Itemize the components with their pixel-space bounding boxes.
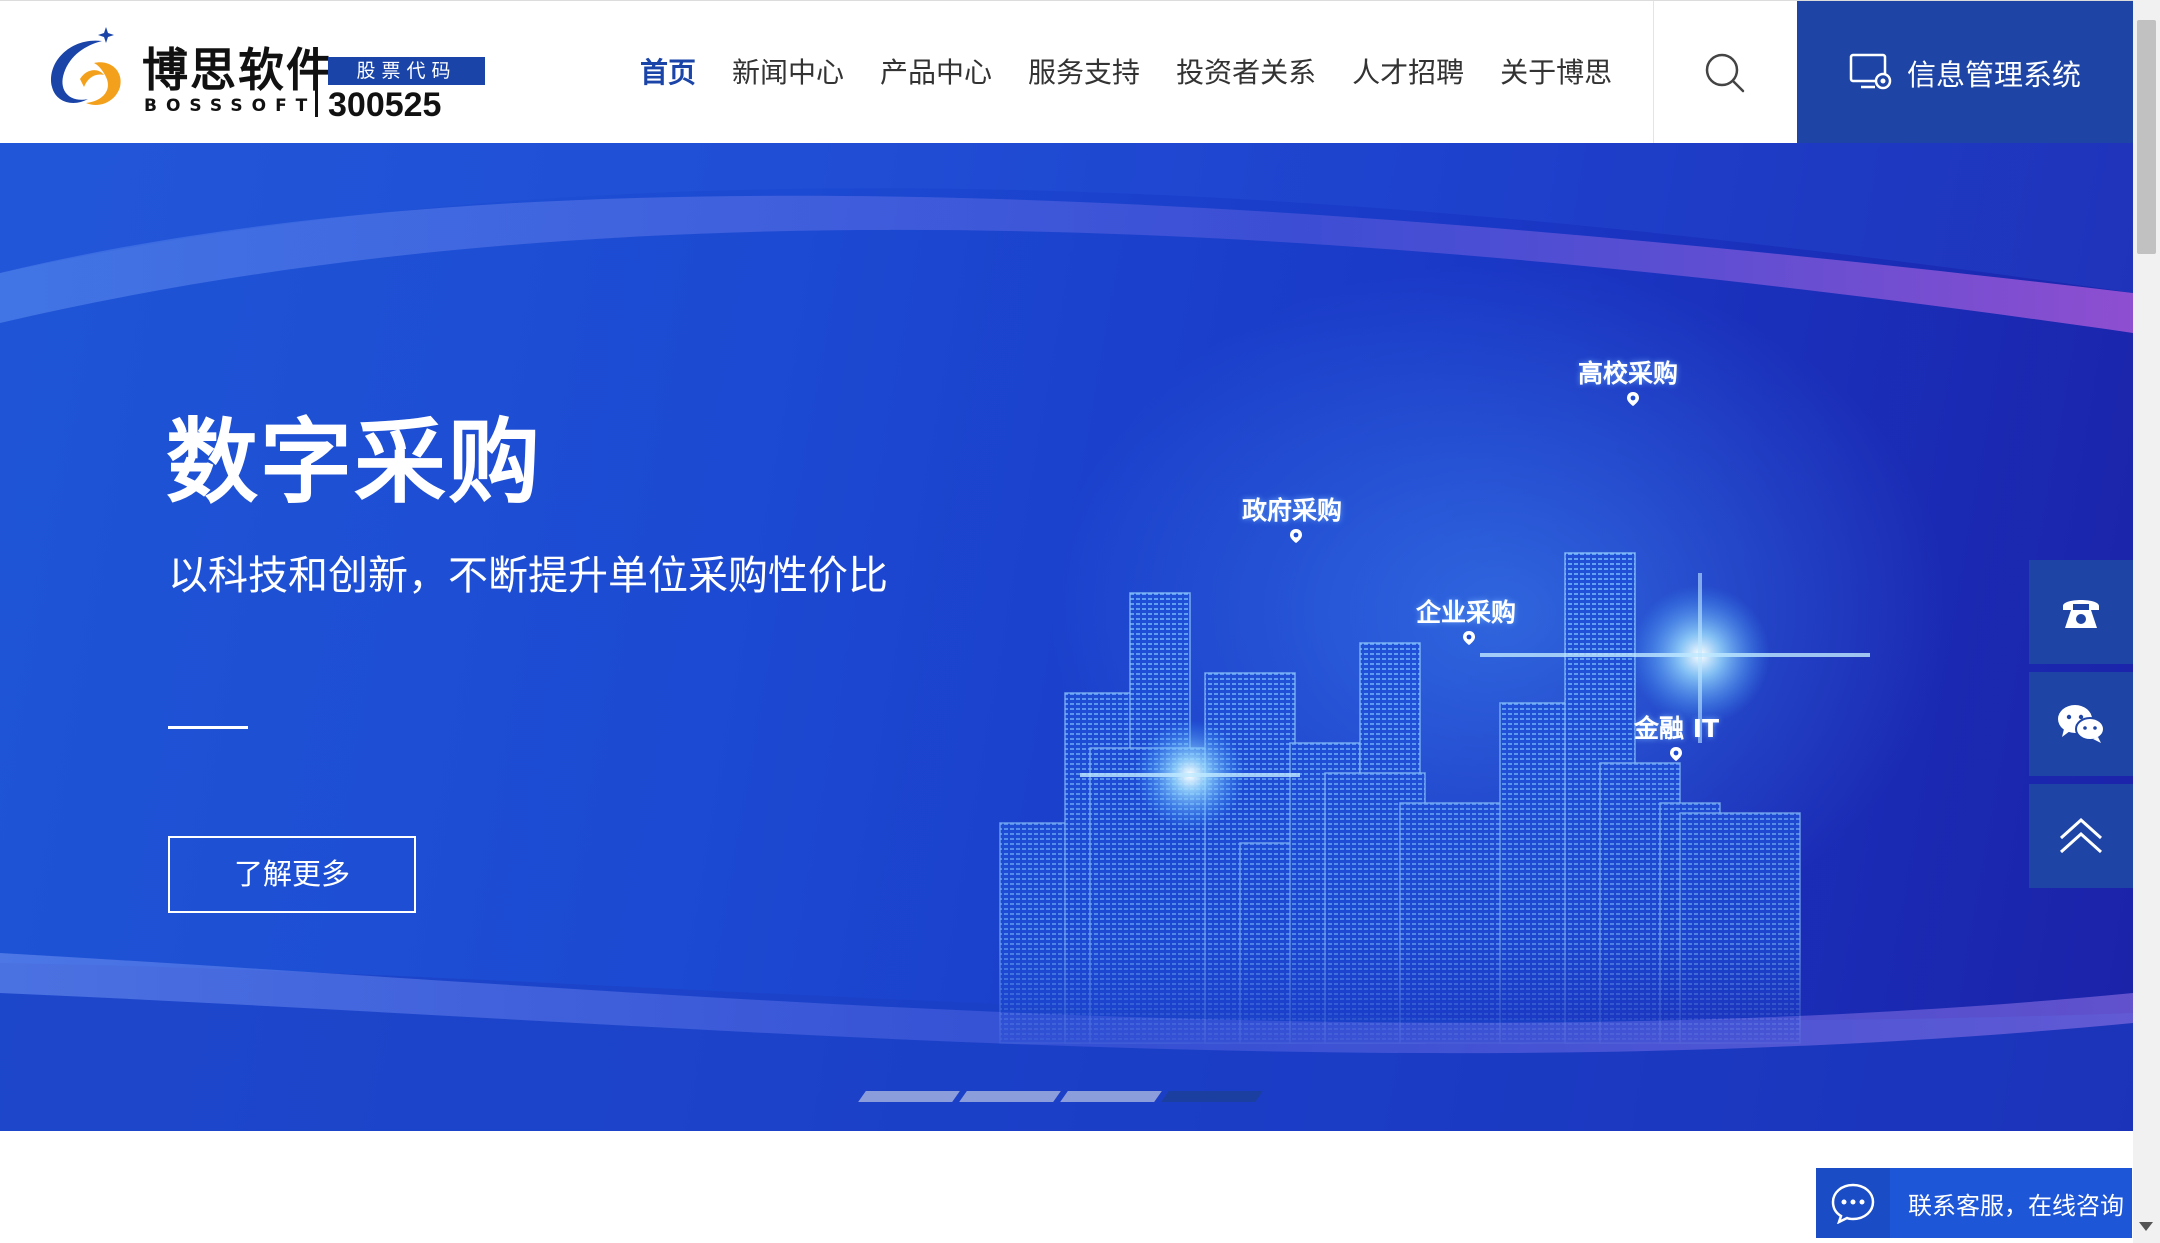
slide-dot[interactable] xyxy=(858,1091,960,1102)
learn-more-button[interactable]: 了解更多 xyxy=(168,836,416,913)
search-button[interactable] xyxy=(1653,1,1796,144)
location-pin-icon xyxy=(1670,747,1682,761)
nav-item-support[interactable]: 服务支持 xyxy=(1028,1,1140,144)
monitor-gear-icon xyxy=(1849,53,1892,89)
stock-code: 300525 xyxy=(328,86,442,124)
info-system-label: 信息管理系统 xyxy=(1906,57,2081,92)
search-icon xyxy=(1705,53,1745,92)
nav-item-about[interactable]: 关于博思 xyxy=(1500,1,1612,144)
info-system-button[interactable]: 信息管理系统 xyxy=(1797,1,2133,144)
city-label-government: 政府采购 xyxy=(1242,496,1343,525)
site-header: 博思软件 BOSSSOFT 股票代码 300525 首页 新闻中心 产品中心 服… xyxy=(0,0,2133,144)
city-label-university: 高校采购 xyxy=(1578,359,1679,388)
city-illustration xyxy=(999,552,1870,1044)
main-nav: 首页 新闻中心 产品中心 服务支持 投资者关系 人才招聘 关于博思 xyxy=(640,1,1648,144)
company-logo[interactable]: 博思软件 BOSSSOFT 股票代码 300525 xyxy=(40,23,485,124)
nav-item-home[interactable]: 首页 xyxy=(640,1,696,144)
city-label-finance: 金融 IT xyxy=(1634,714,1720,743)
nav-item-news[interactable]: 新闻中心 xyxy=(732,1,844,144)
wechat-button[interactable] xyxy=(2029,672,2133,776)
hero-title: 数字采购 xyxy=(166,409,543,516)
hero-subtitle: 以科技和创新，不断提升单位采购性价比 xyxy=(168,553,888,599)
hero-divider xyxy=(168,726,248,729)
back-to-top-icon xyxy=(2059,817,2103,854)
chat-bubble-icon xyxy=(1831,1183,1875,1224)
logo-name-cn: 博思软件 xyxy=(142,43,334,97)
online-chat-button[interactable]: 联系客服，在线咨询 xyxy=(1816,1168,2132,1238)
scroll-down-arrow-icon[interactable] xyxy=(2139,1222,2153,1231)
chat-icon-wrap xyxy=(1816,1168,1890,1238)
logo-name-en: BOSSSOFT xyxy=(144,96,317,116)
logo-divider xyxy=(315,57,318,117)
location-pin-icon xyxy=(1627,392,1639,406)
page-scrollbar[interactable] xyxy=(2133,0,2160,1243)
nav-item-careers[interactable]: 人才招聘 xyxy=(1352,1,1464,144)
phone-button[interactable] xyxy=(2029,560,2133,664)
chat-label: 联系客服，在线咨询 xyxy=(1908,1191,2124,1220)
nav-item-investors[interactable]: 投资者关系 xyxy=(1176,1,1316,144)
back-to-top-button[interactable] xyxy=(2029,784,2133,888)
slide-dot[interactable] xyxy=(959,1091,1061,1102)
logo-mark-icon xyxy=(51,27,121,106)
city-label-enterprise: 企业采购 xyxy=(1416,598,1517,627)
nav-item-products[interactable]: 产品中心 xyxy=(880,1,992,144)
slide-dot-active[interactable] xyxy=(1161,1091,1263,1102)
slide-dot[interactable] xyxy=(1060,1091,1162,1102)
slide-indicators xyxy=(858,1091,1266,1102)
location-pin-icon xyxy=(1463,631,1475,645)
scrollbar-thumb[interactable] xyxy=(2137,20,2156,254)
stock-code-label: 股票代码 xyxy=(328,57,485,85)
location-pin-icon xyxy=(1290,529,1302,543)
page-content-area xyxy=(0,1131,2133,1243)
wechat-icon xyxy=(2058,705,2105,743)
telephone-icon xyxy=(2063,600,2099,628)
hero-banner: 数字采购 以科技和创新，不断提升单位采购性价比 了解更多 高校采购 政府采购 企… xyxy=(0,143,2133,1131)
